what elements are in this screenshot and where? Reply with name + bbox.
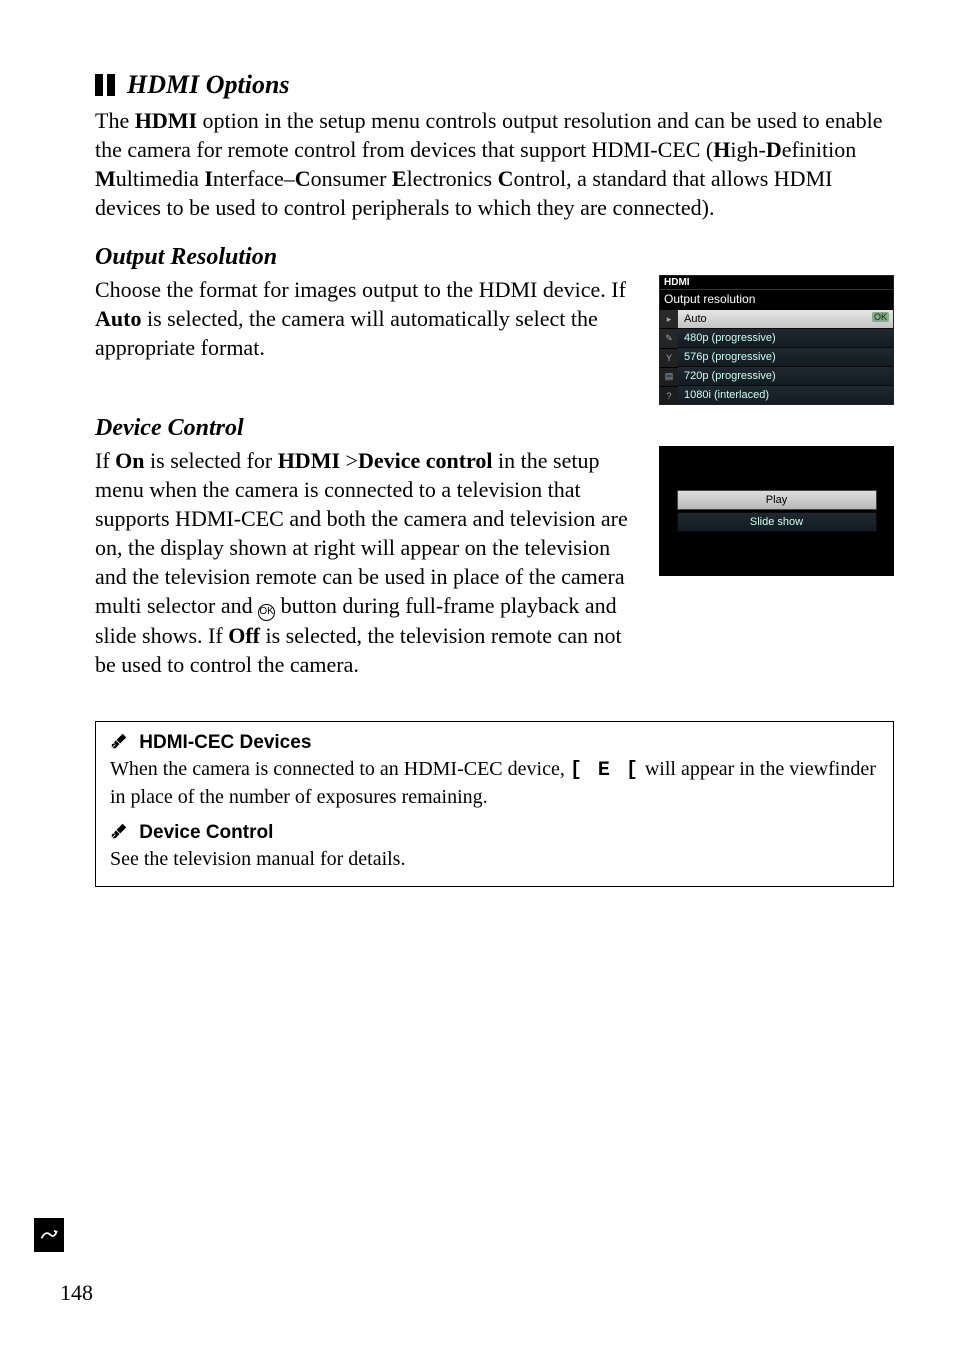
side-icon: ✎: [660, 329, 678, 348]
side-icon: ▤: [660, 368, 678, 387]
title-text: HDMI Options: [127, 70, 290, 100]
note-head-1: HDMI-CEC Devices: [110, 732, 879, 754]
cec-glyph-icon: [ E [: [570, 759, 640, 782]
section-hdmi-options-title: HDMI Options: [95, 70, 894, 100]
note-body-2: See the television manual for details.: [110, 846, 879, 872]
side-icon: ?: [660, 387, 678, 405]
camera-menu-list: AutoOK 480p (progressive) 576p (progress…: [678, 310, 893, 405]
menu-item: 576p (progressive): [678, 348, 893, 367]
camera-menu-label: Output resolution: [660, 290, 893, 310]
menu-item: 1080i (interlaced): [678, 386, 893, 405]
notes-box: HDMI-CEC Devices When the camera is conn…: [95, 721, 894, 887]
output-resolution-body: Choose the format for images output to t…: [95, 275, 641, 362]
camera-menu-side-icons: ▸ ✎ Y ▤ ?: [660, 310, 678, 405]
tv-menu-item-play: Play: [677, 490, 877, 510]
output-resolution-title: Output Resolution: [95, 244, 894, 271]
heading-bars-icon: [95, 74, 119, 96]
menu-item-auto: AutoOK: [678, 310, 893, 329]
note-head-2: Device Control: [110, 822, 879, 844]
note-body-1: When the camera is connected to an HDMI-…: [110, 756, 879, 810]
side-icon: ▸: [660, 310, 678, 329]
tv-menu-item-slideshow: Slide show: [677, 512, 877, 532]
device-control-title: Device Control: [95, 415, 894, 442]
menu-item: 720p (progressive): [678, 367, 893, 386]
hdmi-options-body: The HDMI option in the setup menu contro…: [95, 106, 894, 222]
menu-item: 480p (progressive): [678, 329, 893, 348]
side-tab-icon: [34, 1218, 64, 1252]
camera-menu-screenshot: HDMI Output resolution ▸ ✎ Y ▤ ? AutoOK …: [659, 275, 894, 405]
pencil-icon: [110, 732, 128, 750]
side-icon: Y: [660, 349, 678, 368]
camera-menu-top: HDMI: [660, 276, 893, 290]
tv-menu-screenshot: Play Slide show: [659, 446, 894, 576]
device-control-body: If On is selected for HDMI >Device contr…: [95, 446, 641, 679]
pencil-icon: [110, 822, 128, 840]
page-number: 148: [60, 1280, 93, 1306]
ok-button-icon: OK: [258, 604, 275, 621]
